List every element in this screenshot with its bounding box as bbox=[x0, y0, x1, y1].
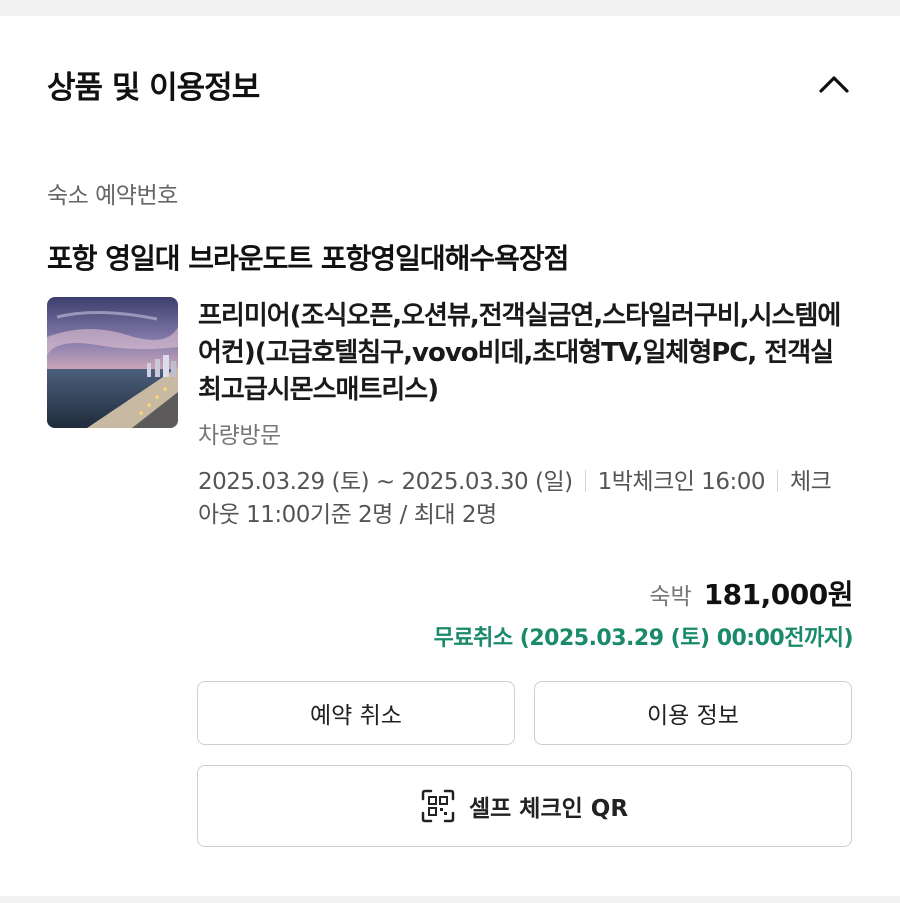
price-row: 숙박 181,000원 bbox=[649, 573, 853, 613]
room-visit-type: 차량방문 bbox=[198, 423, 281, 449]
product-info-section: 상품 및 이용정보 숙소 예약번호 포항 영일대 브라운도트 포항영일대해수욕장… bbox=[0, 16, 900, 896]
cancel-reservation-button[interactable]: 예약 취소 bbox=[197, 681, 515, 745]
checkin-time: 체크인 16:00 bbox=[632, 469, 765, 495]
hotel-name: 포항 영일대 브라운도트 포항영일대해수욕장점 bbox=[47, 242, 569, 275]
reservation-number-label: 숙소 예약번호 bbox=[47, 183, 178, 209]
room-name: 프리미어(조식오픈,오션뷰,전객실금연,스타일러구비,시스템에어컨)(고급호텔침… bbox=[198, 301, 841, 405]
collapse-button[interactable] bbox=[812, 66, 856, 102]
divider bbox=[584, 470, 586, 492]
price-label: 숙박 bbox=[649, 584, 692, 610]
chevron-up-icon bbox=[819, 76, 849, 93]
nights-count: 1박 bbox=[597, 469, 633, 495]
top-spacer bbox=[0, 0, 900, 16]
price-value: 181,000원 bbox=[703, 578, 854, 611]
section-title: 상품 및 이용정보 bbox=[47, 70, 260, 106]
divider bbox=[776, 470, 778, 492]
usage-info-button[interactable]: 이용 정보 bbox=[534, 681, 852, 745]
free-cancellation-note: 무료취소 (2025.03.29 (토) 00:00전까지) bbox=[433, 626, 854, 651]
qr-button-label: 셀프 체크인 QR bbox=[468, 796, 629, 822]
date-range: 2025.03.29 (토) ~ 2025.03.30 (일) bbox=[198, 469, 573, 495]
self-checkin-qr-button[interactable]: 셀프 체크인 QR bbox=[197, 765, 852, 847]
qr-code-icon bbox=[421, 789, 455, 823]
hotel-thumbnail-image[interactable] bbox=[47, 297, 178, 428]
bottom-spacer bbox=[0, 896, 900, 903]
guest-count: 기준 2명 / 최대 2명 bbox=[309, 502, 497, 528]
stay-details: 2025.03.29 (토) ~ 2025.03.30 (일) 1박체크인 16:… bbox=[198, 466, 838, 532]
